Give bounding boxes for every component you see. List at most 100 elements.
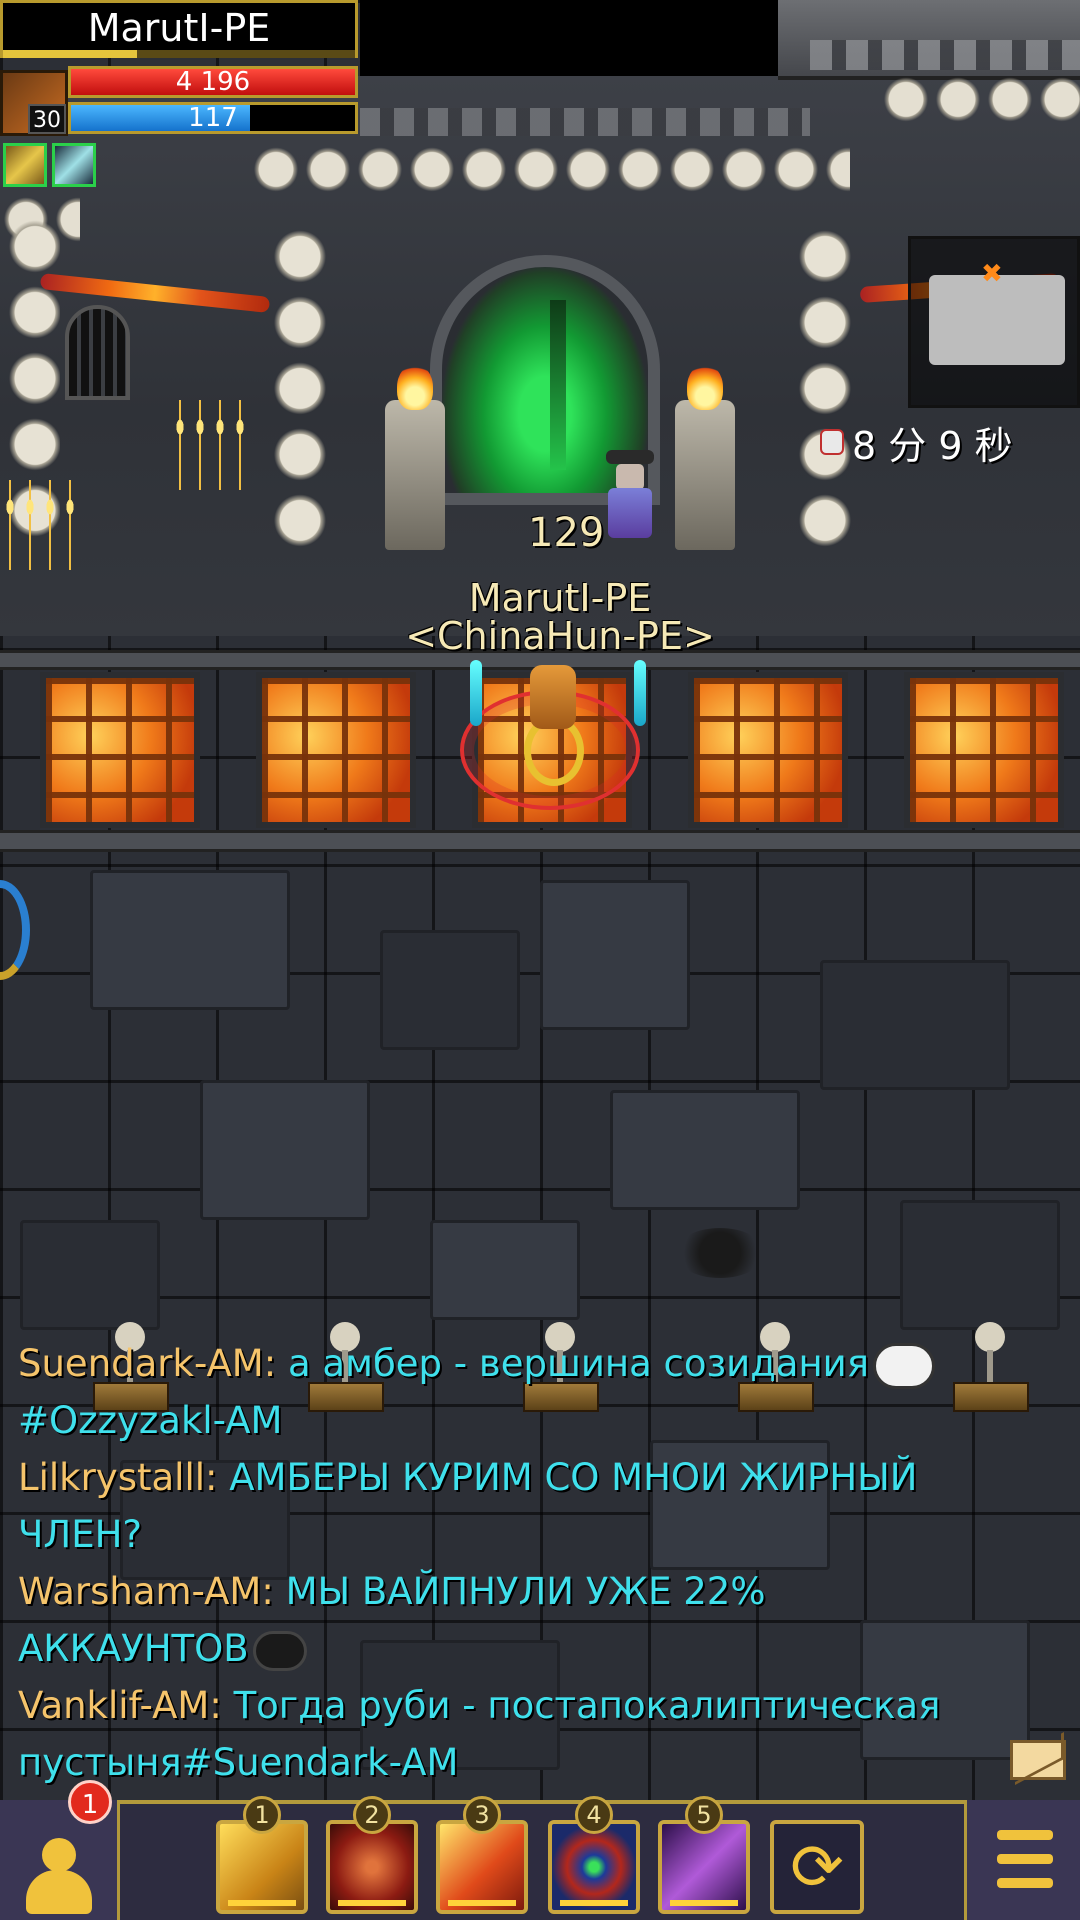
skull-icon [820,429,844,455]
grate-rail-bottom [0,830,1080,852]
skill-slot-number: 5 [685,1796,723,1834]
floor-tile [900,1200,1060,1330]
npc-level-label: 129 [528,510,605,556]
npc-face [616,464,644,490]
chat-sender[interactable]: Vanklif-AM: [18,1684,222,1727]
hp-value: 4 196 [175,67,251,97]
floor-tile [90,870,290,1010]
minimap-marker-icon: ✖ [981,259,1003,289]
skill-slot-number: 4 [575,1796,613,1834]
side-panel-handle[interactable] [0,880,30,980]
hero-guild-label: <ChinaHun-PE> [405,614,715,658]
floor-tile [200,1080,370,1220]
chat-line: ЧЛЕН? [18,1506,1018,1563]
candles-left [0,480,80,570]
menu-button[interactable] [964,1800,1080,1920]
xp-fill [3,50,137,58]
chat-message: а амбер - вершина созидания [287,1342,869,1385]
skill-slot-number: 1 [243,1796,281,1834]
grin-face-emoji [252,1630,307,1671]
timer-text: 8 分 9 秒 [852,423,1013,468]
skill-slot-number: 2 [353,1796,391,1834]
skull-row-upper [880,70,1080,140]
swap-skillbar-button[interactable]: ⟳ [770,1820,864,1914]
floor-tile [20,1220,160,1330]
floor-tile [820,960,1010,1090]
meander-frieze [810,40,1080,70]
chat-line: АККАУНТОВ [18,1620,1018,1677]
person-icon-body [26,1870,92,1914]
floor-tile [540,880,690,1030]
cooldown-bar [670,1900,738,1906]
chat-line: Vanklif-AM: Тогда руби - постапокалиптич… [18,1677,1018,1734]
chat-line: #Ozzyzakl-AM [18,1392,1018,1449]
bone-pillar-right [770,230,880,560]
lava-grate [40,672,200,828]
rubble-pile [675,1228,765,1278]
chat-log[interactable]: Suendark-AM: а амбер - вершина созидания… [18,1335,1018,1791]
chat-line: пустыня#Suendark-AM [18,1734,1018,1791]
crosshair-target-icon[interactable] [548,1820,640,1914]
chat-message: Тогда руби - постапокалиптическая [233,1684,941,1727]
mail-icon[interactable] [1010,1740,1066,1780]
ice-blade-right [634,660,646,726]
npc-robe [608,488,652,538]
npc-hat [606,450,654,464]
chat-line: Warsham-AM: МЫ ВАЙПНУЛИ УЖЕ 22% [18,1563,1018,1620]
golden-feather-buff-icon[interactable] [3,143,47,187]
floor-tile [430,1220,580,1320]
lava-grate [256,672,416,828]
player-character[interactable] [530,665,576,729]
hamburger-icon-line [997,1854,1053,1864]
cooldown-bar [448,1900,516,1906]
notification-badge: 1 [68,1780,112,1824]
lava-grate [904,672,1064,828]
lava-grate [688,672,848,828]
chat-message: АККАУНТОВ [18,1627,249,1670]
mp-value: 117 [188,103,238,133]
bone-pillar-left [245,230,355,560]
skull-row [250,140,850,210]
portal-beam [550,300,566,470]
chat-message: МЫ ВАЙПНУЛИ УЖЕ 22% [285,1570,766,1613]
ice-blade-left [470,660,482,726]
troll-face-emoji [872,1342,935,1389]
silver-claw-buff-icon[interactable] [52,143,96,187]
brazier-right [675,364,735,550]
chat-message: #Ozzyzakl-AM [18,1399,283,1442]
chat-message: АМБЕРЫ КУРИМ СО МНОИ ЖИРНЫЙ [229,1456,918,1499]
meander-frieze-middle [360,108,810,136]
purple-bow-icon[interactable] [658,1820,750,1914]
minimap[interactable]: ✖ [908,236,1080,408]
chat-line: Suendark-AM: а амбер - вершина созидания [18,1335,1018,1392]
arrow-volley-icon[interactable] [216,1820,308,1914]
chat-message: пустыня#Suendark-AM [18,1741,459,1784]
level-badge: 30 [28,104,66,134]
chat-message: ЧЛЕН? [18,1513,143,1556]
chat-sender[interactable]: Lilkrystalll: [18,1456,217,1499]
barred-arch-door [65,305,130,400]
mp-bar: 117 [68,102,358,134]
skill-slot-number: 3 [463,1796,501,1834]
cooldown-bar [338,1900,406,1906]
chat-sender[interactable]: Suendark-AM: [18,1342,276,1385]
hp-bar: 4 196 [68,66,358,98]
cooldown-bar [560,1900,628,1906]
candles [170,400,250,490]
xp-bar [3,50,355,58]
person-icon [42,1838,76,1872]
chat-sender[interactable]: Warsham-AM: [18,1570,274,1613]
fire-shot-icon[interactable] [436,1820,528,1914]
hamburger-icon [997,1830,1053,1840]
chat-line: Lilkrystalll: АМБЕРЫ КУРИМ СО МНОИ ЖИРНЫ… [18,1449,1018,1506]
cooldown-bar [228,1900,296,1906]
hamburger-icon-line [997,1878,1053,1888]
event-timer: 8 分 9 秒 [820,418,1013,468]
floor-tile [380,930,520,1050]
brazier-left [385,364,445,550]
piercing-arrow-icon[interactable] [326,1820,418,1914]
floor-tile [610,1090,800,1210]
npc-undead-gunslinger[interactable] [600,450,660,540]
void-area [360,0,778,76]
player-frame[interactable]: MarutI-PE 30 4 196 117 [0,0,360,140]
